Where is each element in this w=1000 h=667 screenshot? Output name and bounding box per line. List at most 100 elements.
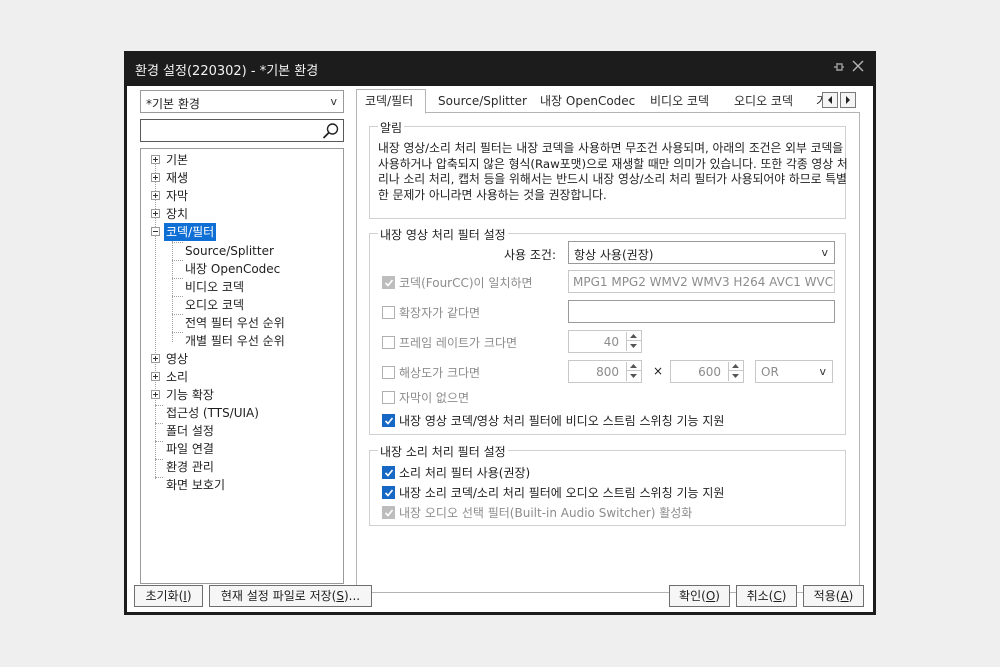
width-stepper[interactable]: 800 xyxy=(568,360,642,383)
tree-item-global-filter-priority[interactable]: 전역 필터 우선 순위 xyxy=(185,314,285,332)
tree-item-playback[interactable]: 재생 xyxy=(166,169,188,187)
tab-source-splitter[interactable]: Source/Splitter xyxy=(430,91,528,113)
paren: ) xyxy=(848,589,854,603)
reset-button[interactable]: 초기화(I) xyxy=(134,585,203,607)
audio-stream-switch-checkbox[interactable] xyxy=(382,486,395,499)
height-stepper-buttons xyxy=(728,362,743,381)
checkmark-icon xyxy=(384,509,394,517)
tab-codec-filter[interactable]: 코덱/필터 xyxy=(356,89,426,114)
tree-item-internal-opencodec[interactable]: 내장 OpenCodec xyxy=(185,260,280,278)
ok-button-key: O xyxy=(705,589,716,603)
height-down-button[interactable] xyxy=(729,372,743,381)
tree-item-individual-filter-priority[interactable]: 개별 필터 우선 순위 xyxy=(185,332,285,350)
tab-audio-codec[interactable]: 오디오 코덱 xyxy=(726,91,806,113)
height-stepper[interactable]: 600 xyxy=(670,360,744,383)
notice-legend: 알림 xyxy=(378,119,405,136)
chevron-right-icon xyxy=(846,96,850,104)
tree-item-audio-codec[interactable]: 오디오 코덱 xyxy=(185,296,244,314)
framerate-down-button[interactable] xyxy=(627,342,641,351)
tree-item-accessibility[interactable]: 접근성 (TTS/UIA) xyxy=(166,404,259,422)
paren: ) xyxy=(186,589,192,603)
expand-icon[interactable] xyxy=(151,191,160,200)
logic-select-value: OR xyxy=(761,365,779,379)
expand-icon[interactable] xyxy=(151,390,160,399)
resolution-checkbox[interactable] xyxy=(382,366,395,379)
expand-icon[interactable] xyxy=(151,155,160,164)
settings-tree[interactable]: 기본 재생 자막 장치 코덱/필터 Source/Splitter 내장 Ope… xyxy=(140,148,344,584)
use-condition-value: 항상 사용(권장) xyxy=(574,248,654,262)
paren: ) xyxy=(715,589,720,603)
logic-select[interactable]: OR v xyxy=(755,360,833,383)
extension-label: 확장자가 같다면 xyxy=(399,306,481,320)
tab-bar: 코덱/필터 Source/Splitter 내장 OpenCodec 비디오 코… xyxy=(356,89,860,114)
audio-filter-use-checkbox[interactable] xyxy=(382,466,395,479)
framerate-stepper[interactable]: 40 xyxy=(568,330,642,353)
expand-icon[interactable] xyxy=(151,372,160,381)
tab-video-codec[interactable]: 비디오 코덱 xyxy=(642,91,722,113)
audio-filter-group: 내장 소리 처리 필터 설정 소리 처리 필터 사용(권장) 내장 소리 코덱/… xyxy=(369,443,846,526)
tree-connector xyxy=(172,260,183,261)
expand-icon[interactable] xyxy=(151,209,160,218)
no-subtitle-checkbox[interactable] xyxy=(382,391,395,404)
builtin-audio-switcher-checkbox[interactable] xyxy=(382,506,395,519)
caret-down-icon xyxy=(732,374,739,378)
framerate-checkbox[interactable] xyxy=(382,336,395,349)
cancel-button[interactable]: 취소(C) xyxy=(736,585,797,607)
tab-internal-opencodec[interactable]: 내장 OpenCodec xyxy=(532,91,638,113)
width-up-button[interactable] xyxy=(627,362,641,371)
profile-select[interactable]: *기본 환경 v xyxy=(140,90,344,113)
fourcc-input[interactable]: MPG1 MPG2 WMV2 WMV3 H264 AVC1 WVC1 xyxy=(568,270,835,293)
tree-item-folder-settings[interactable]: 폴더 설정 xyxy=(166,422,214,440)
apply-button-key: A xyxy=(840,589,849,603)
tree-item-profile-management[interactable]: 환경 관리 xyxy=(166,458,214,476)
tree-item-file-association[interactable]: 파일 연결 xyxy=(166,440,214,458)
pin-icon[interactable] xyxy=(832,60,846,74)
tree-item-video-codec[interactable]: 비디오 코덱 xyxy=(185,278,244,296)
tree-item-source-splitter[interactable]: Source/Splitter xyxy=(185,242,274,260)
extension-checkbox[interactable] xyxy=(382,306,395,319)
title-bar[interactable]: 환경 설정(220302) - *기본 환경 xyxy=(124,51,876,86)
framerate-stepper-buttons xyxy=(626,332,641,351)
video-stream-switch-checkbox[interactable] xyxy=(382,414,395,427)
tree-connector xyxy=(155,441,163,442)
tree-item-device[interactable]: 장치 xyxy=(166,205,188,223)
tree-item-video[interactable]: 영상 xyxy=(166,350,188,368)
tree-item-basic[interactable]: 기본 xyxy=(166,151,188,169)
framerate-up-button[interactable] xyxy=(627,332,641,341)
tree-item-sound[interactable]: 소리 xyxy=(166,368,188,386)
checkmark-icon xyxy=(384,489,394,497)
apply-button[interactable]: 적용(A) xyxy=(803,585,864,607)
settings-dialog: 환경 설정(220302) - *기본 환경 *기본 환경 v 기본 재생 자막… xyxy=(124,51,876,615)
save-button-key: S xyxy=(336,589,344,603)
expand-icon[interactable] xyxy=(151,354,160,363)
tab-scroll-left-button[interactable] xyxy=(822,92,838,108)
extension-input[interactable] xyxy=(568,300,835,323)
height-up-button[interactable] xyxy=(729,362,743,371)
fourcc-checkbox[interactable] xyxy=(382,276,395,289)
search-input[interactable] xyxy=(140,119,344,142)
tree-item-screensaver[interactable]: 화면 보호기 xyxy=(166,476,225,494)
width-down-button[interactable] xyxy=(627,372,641,381)
caret-down-icon xyxy=(630,374,637,378)
tree-item-codec-filter[interactable]: 코덱/필터 xyxy=(164,223,217,241)
framerate-value: 40 xyxy=(603,335,619,349)
close-icon[interactable] xyxy=(852,60,864,72)
checkmark-icon xyxy=(384,279,394,287)
use-condition-select[interactable]: 항상 사용(권장) v xyxy=(568,241,835,264)
notice-group: 알림 내장 영상/소리 처리 필터는 내장 코덱을 사용하면 무조건 사용되며,… xyxy=(369,119,848,219)
save-button-label: 현재 설정 파일로 저장 xyxy=(220,589,332,603)
tree-connector xyxy=(172,233,173,342)
caret-down-icon xyxy=(630,344,637,348)
search-icon[interactable] xyxy=(322,122,340,140)
ok-button[interactable]: 확인(O) xyxy=(669,585,730,607)
tree-item-subtitle[interactable]: 자막 xyxy=(166,187,188,205)
collapse-icon[interactable] xyxy=(151,227,160,236)
no-subtitle-label: 자막이 없으면 xyxy=(399,391,470,405)
tree-item-extensions[interactable]: 기능 확장 xyxy=(166,386,214,404)
expand-icon[interactable] xyxy=(151,173,160,182)
fourcc-label: 코덱(FourCC)이 일치하면 xyxy=(399,276,533,290)
apply-button-label: 적용 xyxy=(813,589,836,603)
tab-scroll-right-button[interactable] xyxy=(840,92,856,108)
chevron-down-icon: v xyxy=(330,95,337,108)
save-to-file-button[interactable]: 현재 설정 파일로 저장(S)... xyxy=(209,585,372,607)
